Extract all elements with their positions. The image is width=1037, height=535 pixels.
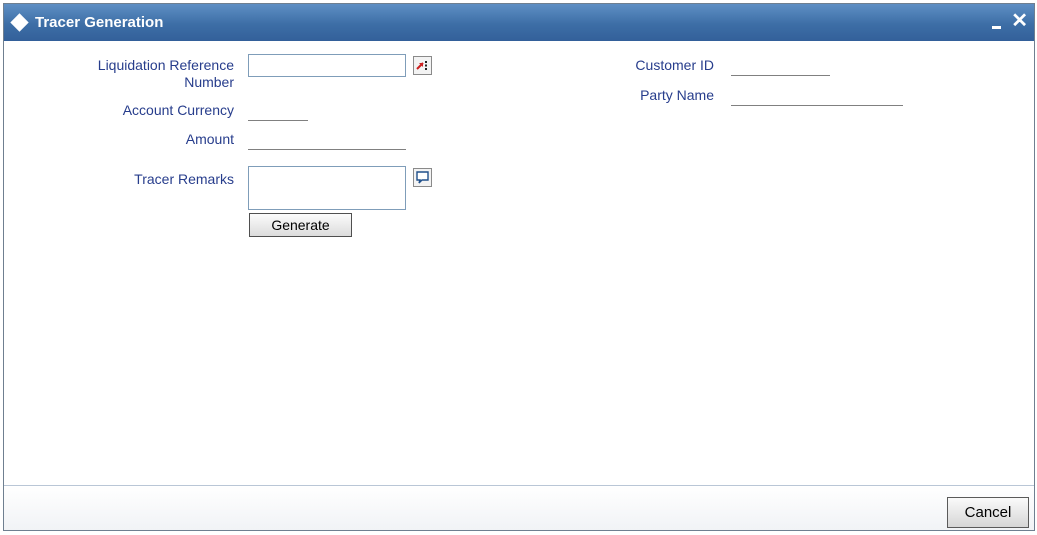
tracer-remarks-label: Tracer Remarks [134,171,234,187]
minimize-icon[interactable] [992,25,1002,29]
title-bar: Tracer Generation ✕ [4,4,1034,41]
amount-label: Amount [185,131,234,147]
lov-search-icon[interactable] [413,56,432,75]
generate-button[interactable]: Generate [249,213,352,237]
window-controls: ✕ [992,10,1028,32]
tracer-generation-window: Tracer Generation ✕ Liquidation Referenc… [3,3,1035,531]
liquidation-reference-label: Liquidation Reference Number [44,57,234,91]
speech-bubble-icon[interactable] [413,168,432,187]
liquidation-reference-label-line2: Number [184,74,234,90]
customer-id-label: Customer ID [635,57,714,73]
close-icon[interactable]: ✕ [1011,10,1028,32]
diamond-icon [10,13,29,32]
liquidation-reference-label-line1: Liquidation Reference [97,57,234,73]
party-name-label: Party Name [640,87,714,103]
account-currency-label: Account Currency [122,102,234,118]
liquidation-reference-input[interactable] [248,54,406,77]
cancel-button[interactable]: Cancel [947,497,1029,528]
footer-bar: Cancel [4,486,1034,530]
window-title: Tracer Generation [35,14,164,31]
amount-field[interactable] [248,149,406,150]
tracer-remarks-textarea[interactable] [248,166,406,210]
party-name-field[interactable] [731,105,903,106]
customer-id-field[interactable] [731,75,830,76]
account-currency-field[interactable] [248,120,308,121]
